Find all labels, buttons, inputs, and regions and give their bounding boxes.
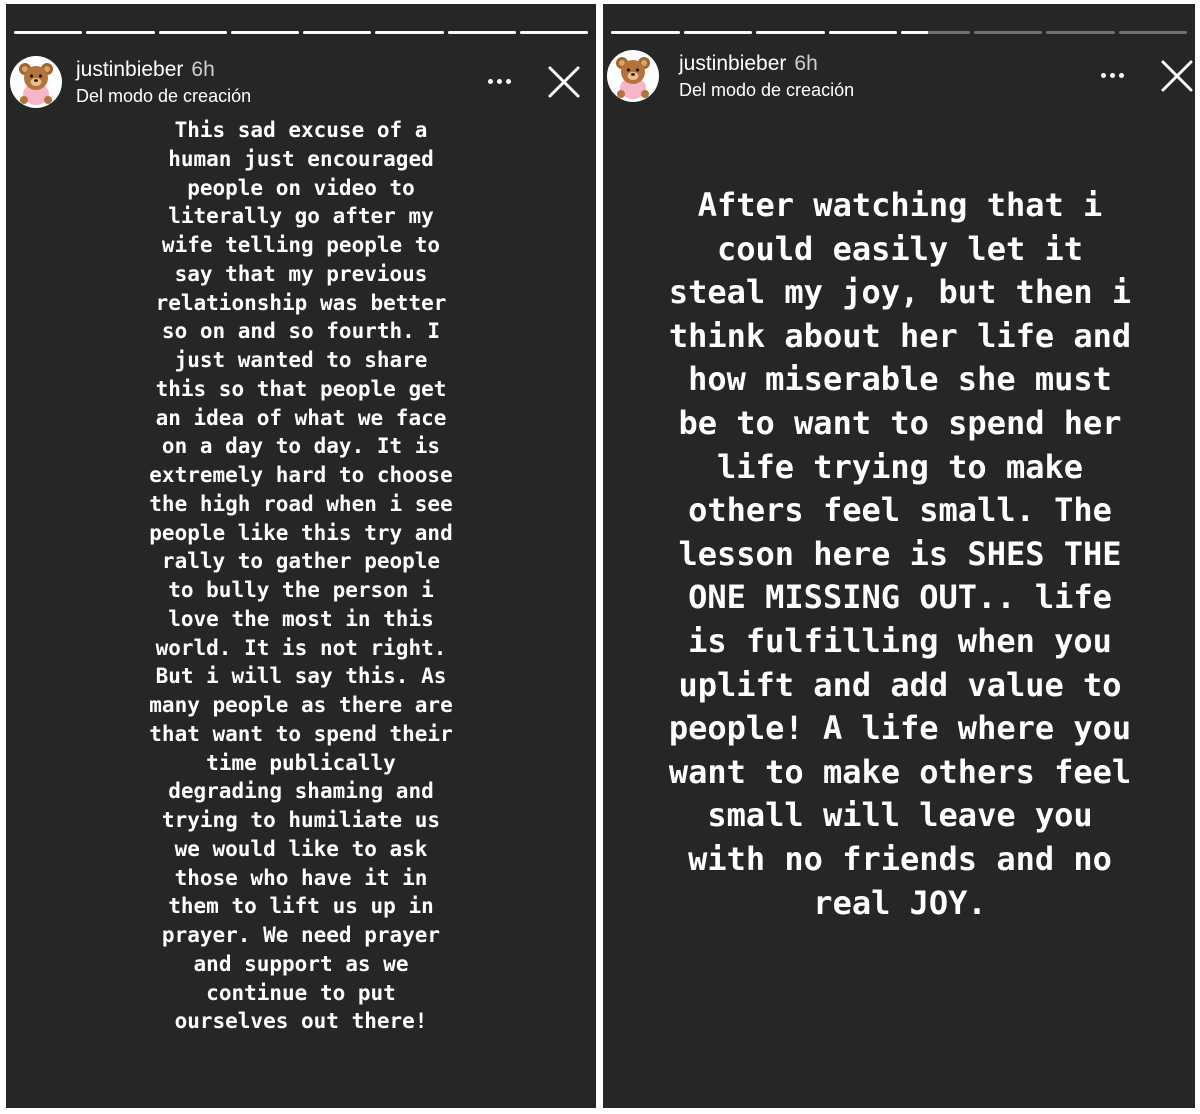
progress-segment bbox=[375, 31, 444, 34]
progress-segment-fill bbox=[611, 31, 680, 34]
more-horizontal-icon bbox=[487, 78, 493, 84]
progress-segment bbox=[158, 31, 227, 34]
story-progress-bar bbox=[14, 31, 588, 34]
progress-segment-fill bbox=[756, 31, 825, 34]
username[interactable]: justinbieber bbox=[679, 52, 786, 75]
user-line: justinbieber 6h bbox=[76, 58, 215, 82]
teddy-bear-icon bbox=[616, 57, 650, 99]
progress-segment bbox=[447, 31, 516, 34]
story-subtitle: Del modo de creación bbox=[76, 86, 252, 106]
progress-segment bbox=[519, 31, 588, 34]
progress-segment-fill bbox=[375, 31, 444, 34]
close-icon bbox=[548, 66, 580, 98]
progress-segment-fill bbox=[901, 31, 929, 34]
progress-segment-fill bbox=[86, 31, 155, 34]
progress-segment bbox=[756, 31, 825, 34]
story-progress-bar bbox=[611, 31, 1187, 34]
progress-segment bbox=[1046, 31, 1115, 34]
progress-segment bbox=[828, 31, 897, 34]
close-button[interactable] bbox=[1159, 58, 1195, 94]
story-caption: This sad excuse of a human just encourag… bbox=[149, 118, 453, 1034]
username[interactable]: justinbieber bbox=[76, 58, 183, 81]
story-header: justinbieber 6h Del modo de creación bbox=[6, 46, 596, 108]
close-icon bbox=[1161, 60, 1193, 92]
progress-segment-fill bbox=[230, 31, 299, 34]
more-options-button[interactable] bbox=[1097, 62, 1127, 88]
progress-segment bbox=[303, 31, 372, 34]
progress-segment-fill bbox=[828, 31, 897, 34]
progress-segment-fill bbox=[14, 31, 83, 34]
close-button[interactable] bbox=[546, 64, 582, 100]
progress-segment-fill bbox=[303, 31, 372, 34]
story-time: 6h bbox=[191, 58, 215, 81]
progress-segment-fill bbox=[447, 31, 516, 34]
progress-segment bbox=[230, 31, 299, 34]
story-panel-right[interactable]: justinbieber 6h Del modo de creación Afte… bbox=[603, 4, 1195, 1108]
story-caption: After watching that i could easily let i… bbox=[668, 186, 1132, 922]
more-horizontal-icon bbox=[1100, 72, 1106, 78]
story-time: 6h bbox=[794, 52, 818, 75]
progress-segment bbox=[973, 31, 1042, 34]
story-panel-left[interactable]: justinbieber 6h Del modo de creación This… bbox=[6, 4, 596, 1108]
progress-segment-fill bbox=[519, 31, 588, 34]
progress-segment bbox=[14, 31, 83, 34]
teddy-bear-icon bbox=[19, 63, 53, 105]
avatar[interactable] bbox=[607, 50, 659, 102]
progress-segment-fill bbox=[158, 31, 227, 34]
avatar[interactable] bbox=[10, 56, 62, 108]
more-options-button[interactable] bbox=[484, 68, 514, 94]
progress-segment bbox=[683, 31, 752, 34]
progress-segment bbox=[611, 31, 680, 34]
story-subtitle: Del modo de creación bbox=[679, 80, 855, 100]
progress-segment bbox=[901, 31, 970, 34]
progress-segment bbox=[1118, 31, 1187, 34]
story-header: justinbieber 6h Del modo de creación bbox=[603, 46, 1195, 106]
user-line: justinbieber 6h bbox=[679, 52, 818, 76]
progress-segment-fill bbox=[683, 31, 752, 34]
progress-segment bbox=[86, 31, 155, 34]
